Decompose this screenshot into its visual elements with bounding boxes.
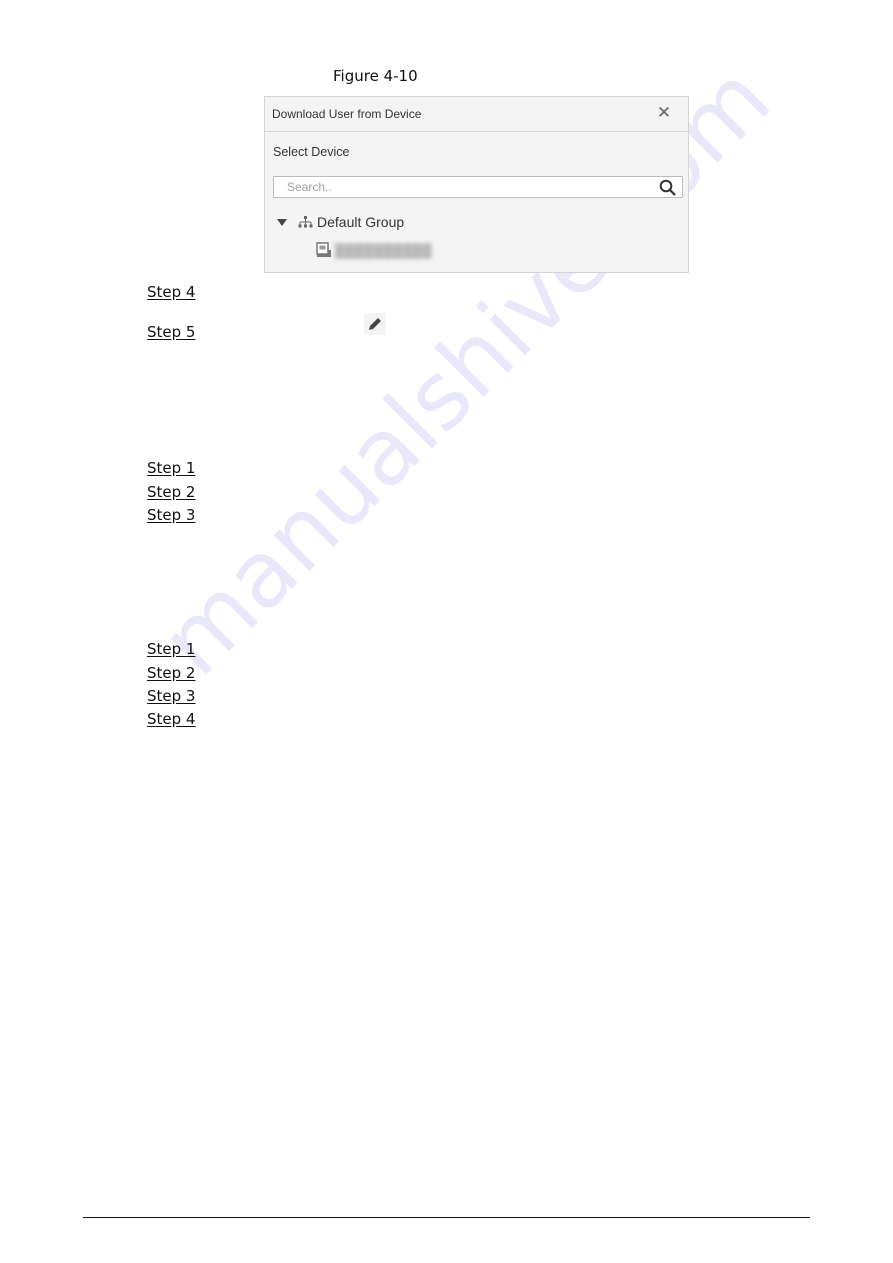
step-label: Step 3 (147, 687, 196, 705)
dialog-header: Download User from Device ✕ (265, 97, 688, 132)
footer-rule (83, 1217, 810, 1218)
pencil-edit-icon (364, 313, 386, 335)
close-icon[interactable]: ✕ (656, 104, 672, 122)
select-device-label: Select Device (273, 145, 350, 159)
step-label: Step 2 (147, 483, 196, 501)
step-label: Step 1 (147, 459, 196, 477)
search-icon[interactable] (659, 179, 676, 196)
tree-node-default-group[interactable]: Default Group (277, 213, 404, 231)
org-tree-icon (298, 216, 313, 228)
triangle-down-icon[interactable] (277, 217, 287, 227)
step-label: Step 3 (147, 506, 196, 524)
download-user-dialog: Download User from Device ✕ Select Devic… (264, 96, 689, 273)
device-name: ██████████ (335, 242, 433, 258)
tree-node-device[interactable]: ██████████ (316, 241, 432, 259)
figure-caption: Figure 4-10 (333, 67, 418, 85)
dialog-title: Download User from Device (272, 107, 422, 121)
search-input[interactable] (274, 177, 654, 197)
step-label: Step 4 (147, 710, 196, 728)
step-label: Step 5 (147, 323, 196, 341)
step-label: Step 4 (147, 283, 196, 301)
group-label[interactable]: Default Group (317, 214, 404, 230)
step-label: Step 1 (147, 640, 196, 658)
search-box (273, 176, 683, 198)
device-icon (316, 242, 331, 257)
step-label: Step 2 (147, 664, 196, 682)
